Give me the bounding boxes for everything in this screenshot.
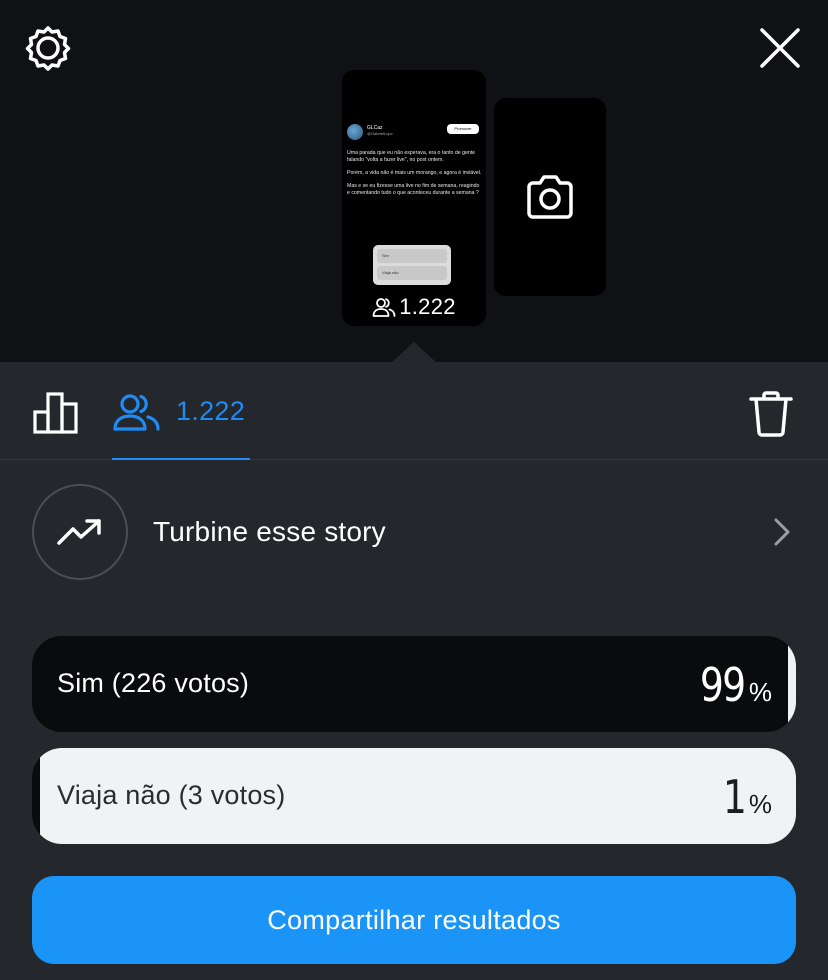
story-insights-sheet: 1.222 Turbine esse story Sim (226 votos)… — [0, 362, 828, 980]
share-results-button[interactable]: Compartilhar resultados — [32, 876, 796, 964]
poll-percent-sign: % — [748, 677, 772, 707]
avatar — [347, 124, 363, 140]
poll-option-percent: 99 % — [690, 658, 772, 712]
story-thumb-viewers: 1.222 — [342, 294, 486, 320]
story-thumb-poll-option: Sim — [377, 249, 447, 263]
gear-icon[interactable] — [24, 24, 72, 72]
poll-percent-value: 1 — [722, 770, 747, 824]
poll-option-percent: 1 % — [718, 770, 772, 824]
viewers-icon — [113, 394, 160, 431]
add-story-camera-card[interactable] — [494, 98, 606, 296]
insights-tabs: 1.222 — [0, 362, 828, 460]
story-thumb-promote-badge: Promover — [447, 124, 479, 134]
story-thumb-poll: Sim Viaja não — [373, 245, 451, 285]
story-thumb-poll-option: Viaja não — [377, 266, 447, 280]
poll-percent-sign: % — [748, 789, 772, 819]
boost-story-label: Turbine esse story — [153, 516, 386, 547]
story-thumb-viewer-count: 1.222 — [399, 294, 456, 319]
story-preview-area: GLCaz @GabrielLopc Promover Uma parada q… — [0, 0, 828, 362]
story-thumb-header: GLCaz @GabrielLopc Promover — [347, 124, 481, 144]
boost-story-row[interactable]: Turbine esse story — [0, 482, 828, 582]
poll-option-label: Viaja não (3 votos) — [57, 780, 286, 810]
story-thumb-paragraph: Porém, a vida não é mais um morango, e a… — [347, 170, 482, 176]
story-thumb-text: Uma parada que eu não esperava, era o ta… — [347, 150, 483, 203]
trending-up-icon — [57, 519, 101, 545]
boost-icon-circle — [32, 484, 128, 580]
poll-option-label: Sim (226 votos) — [57, 668, 250, 698]
camera-icon — [527, 175, 573, 219]
close-icon[interactable] — [756, 24, 804, 72]
poll-result-remainder — [788, 636, 796, 732]
tab-viewers[interactable]: 1.222 — [112, 384, 250, 460]
poll-result-option: Viaja não (3 votos) 1 % — [32, 748, 796, 844]
viewer-count: 1.222 — [176, 396, 246, 426]
story-thumb-paragraph: Uma parada que eu não esperava, era o ta… — [347, 150, 476, 163]
poll-result-option: Sim (226 votos) 99 % — [32, 636, 796, 732]
story-thumbnail[interactable]: GLCaz @GabrielLopc Promover Uma parada q… — [342, 70, 486, 326]
poll-percent-value: 99 — [700, 658, 746, 712]
active-tab-indicator — [112, 458, 250, 460]
trash-icon[interactable] — [748, 390, 794, 438]
story-thumb-handle: @GabrielLopc — [367, 131, 393, 136]
story-thumb-paragraph: Mas e se eu fizesse uma live no fim de s… — [347, 183, 480, 196]
tab-insights[interactable] — [32, 388, 80, 436]
viewers-icon — [372, 298, 396, 317]
bar-chart-icon — [33, 392, 78, 434]
chevron-right-icon — [774, 518, 790, 546]
sheet-pointer — [391, 342, 437, 363]
